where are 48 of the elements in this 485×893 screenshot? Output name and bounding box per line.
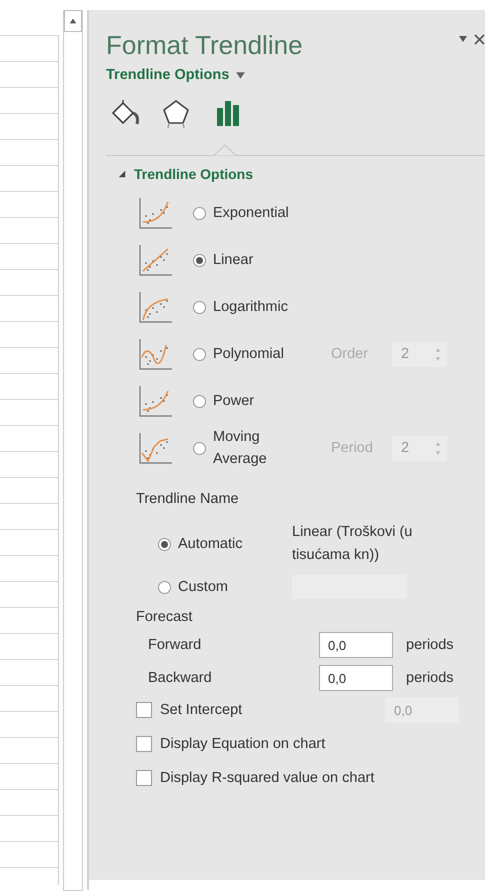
radio-button[interactable] — [193, 442, 206, 454]
pentagon-icon[interactable] — [161, 98, 191, 130]
radio-button[interactable] — [193, 206, 206, 220]
trendline-type-icon — [138, 290, 172, 324]
forecast-input[interactable]: 0,0 — [319, 665, 393, 691]
section-label: Forecast — [136, 609, 194, 625]
option-label[interactable]: Custom — [178, 579, 228, 595]
section-label: Trendline Name — [136, 491, 240, 507]
radio-button[interactable] — [193, 254, 206, 266]
option-label[interactable]: Automatic — [178, 536, 242, 552]
radio-button[interactable] — [193, 300, 206, 314]
category-dropdown[interactable]: Trendline Options — [106, 67, 246, 83]
scrollbar[interactable] — [63, 10, 83, 891]
radio-button[interactable] — [193, 394, 206, 408]
selection-pointer — [214, 144, 236, 156]
option-label[interactable]: Moving Average — [213, 426, 277, 470]
trendline-type-icon — [138, 243, 172, 277]
radio-button[interactable] — [193, 348, 206, 360]
unit-label: periods — [406, 637, 454, 653]
unit-label: periods — [406, 670, 454, 686]
trendline-type-icon — [138, 384, 172, 418]
trendline-type-icon — [138, 196, 172, 230]
checkbox-label[interactable]: Display Equation on chart — [160, 736, 326, 752]
dropdown-icon[interactable] — [458, 34, 468, 44]
collapse-icon[interactable] — [118, 170, 126, 178]
checkbox[interactable] — [136, 770, 152, 786]
scroll-up-icon[interactable] — [69, 17, 77, 25]
param-label: Order — [331, 346, 370, 362]
pane-title: Format Trendline — [106, 30, 303, 61]
option-label[interactable]: Exponential — [213, 202, 289, 224]
trendline-type-icon — [138, 337, 172, 371]
option-label[interactable]: Linear — [213, 249, 254, 271]
forecast-input[interactable]: 0,0 — [319, 632, 393, 658]
radio-button[interactable] — [158, 580, 171, 594]
option-label[interactable]: Polynomial — [213, 343, 284, 365]
forecast-label: Forward — [148, 637, 202, 653]
option-label[interactable]: Logarithmic — [213, 296, 288, 318]
param-label: Period — [331, 440, 374, 456]
radio-button[interactable] — [158, 538, 171, 550]
close-icon[interactable] — [474, 34, 485, 45]
caret-icon[interactable] — [235, 70, 246, 80]
checkbox-label[interactable]: Display R-squared value on chart — [160, 770, 374, 786]
section-header[interactable]: Trendline Options — [118, 166, 485, 182]
option-label[interactable]: Power — [213, 390, 254, 412]
trendline-type-icon — [138, 431, 172, 465]
forecast-label: Backward — [148, 670, 213, 686]
checkbox[interactable] — [136, 736, 152, 752]
trendline-name-text: Linear (Troškovi (u tisućama kn)) — [292, 523, 414, 565]
